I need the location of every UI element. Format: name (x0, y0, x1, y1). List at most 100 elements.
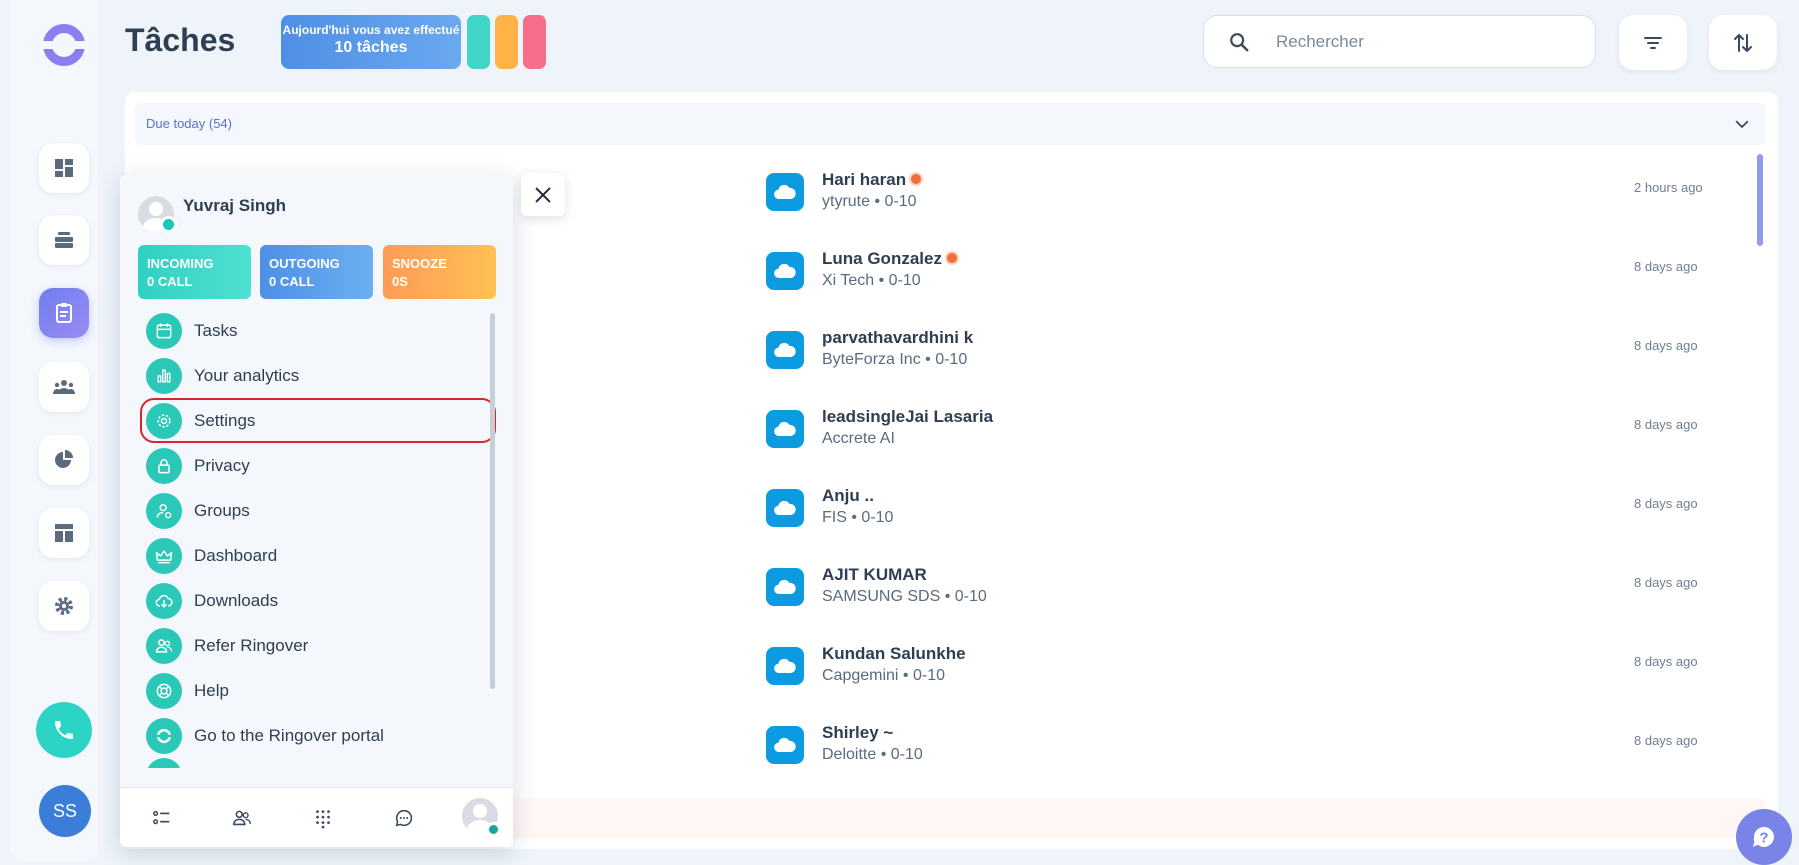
call-button[interactable] (36, 702, 92, 758)
tasks-done-count: 10 tâches (334, 39, 408, 56)
svg-text:?: ? (1759, 830, 1768, 847)
task-company: Xi Tech • 0-10 (822, 272, 921, 289)
task-row[interactable]: parvathavardhini k ByteForza Inc • 0-10 8 … (765, 320, 1765, 380)
team-icon (53, 380, 75, 394)
task-time: 8 days ago (1634, 417, 1698, 432)
outgoing-calls-stat: OUTGOING 0 CALL (260, 245, 373, 299)
close-icon (535, 187, 551, 202)
layout-icon (55, 524, 73, 542)
list-icon (153, 810, 170, 825)
status-pill-teal[interactable] (467, 15, 490, 69)
rail-layout-button[interactable] (39, 508, 89, 558)
rail-tasks-button[interactable] (39, 288, 89, 338)
menu-scrollbar[interactable] (490, 313, 495, 689)
task-contact-name[interactable]: parvathavardhini k (822, 328, 973, 348)
sort-icon (1734, 33, 1752, 52)
user-menu: Yuvraj Singh INCOMING 0 CALL OUTGOING 0 … (120, 174, 513, 847)
task-row[interactable]: Anju .. FIS • 0-10 8 days ago (765, 478, 1765, 538)
search-box[interactable] (1203, 15, 1596, 68)
salesforce-icon (774, 500, 796, 516)
crown-icon (155, 549, 173, 563)
salesforce-icon (774, 421, 796, 437)
footer-contacts-button[interactable] (230, 806, 254, 830)
status-pill-orange[interactable] (495, 15, 518, 69)
task-contact-name[interactable]: Hari haran (822, 170, 924, 190)
task-contact-name[interactable]: Shirley ~ (822, 723, 893, 743)
salesforce-badge (766, 647, 804, 685)
lock-icon (158, 458, 170, 473)
menu-item-settings[interactable]: Settings (140, 398, 496, 443)
menu-item-privacy[interactable]: Privacy (140, 443, 496, 488)
question-icon: ? (1752, 826, 1774, 847)
menu-item-partial (140, 758, 496, 768)
chevron-down-icon[interactable] (1733, 115, 1751, 133)
task-company: ByteForza Inc • 0-10 (822, 351, 968, 368)
outgoing-label: OUTGOING (269, 256, 340, 271)
task-time: 2 hours ago (1634, 180, 1703, 195)
help-button[interactable]: ? (1736, 809, 1792, 865)
menu-item-help[interactable]: Help (140, 668, 496, 713)
user-avatar[interactable]: SS (39, 785, 91, 837)
menu-item-tasks[interactable]: Tasks (140, 308, 496, 353)
task-contact-name[interactable]: Kundan Salunkhe (822, 644, 966, 664)
inbox-icon (55, 232, 73, 248)
status-pill-pink[interactable] (523, 15, 546, 69)
salesforce-badge (766, 568, 804, 606)
rail-analytics-button[interactable] (39, 435, 89, 485)
menu-item-groups[interactable]: Groups (140, 488, 496, 533)
menu-item-dashboard[interactable]: Dashboard (140, 533, 496, 578)
salesforce-badge (766, 410, 804, 448)
search-icon (1230, 32, 1249, 51)
task-time: 8 days ago (1634, 733, 1698, 748)
footer-chat-button[interactable] (392, 806, 416, 830)
salesforce-icon (774, 184, 796, 200)
task-row[interactable]: Hari haran ytyrute • 0-10 2 hours ago (765, 162, 1765, 222)
task-row[interactable]: Kundan Salunkhe Capgemini • 0-10 8 days ag… (765, 636, 1765, 696)
filter-button[interactable] (1619, 15, 1687, 70)
page-title: Tâches (125, 22, 236, 58)
due-today-section[interactable]: Due today (54) (135, 103, 1765, 145)
task-time: 8 days ago (1634, 338, 1698, 353)
task-contact-name[interactable]: AJIT KUMAR (822, 565, 927, 585)
task-time: 8 days ago (1634, 496, 1698, 511)
salesforce-icon (774, 737, 796, 753)
footer-dialpad-button[interactable] (311, 806, 335, 830)
online-status-dot (160, 216, 177, 233)
cloud-download-icon (155, 594, 173, 608)
phone-icon (55, 721, 73, 739)
sort-button[interactable] (1709, 15, 1777, 70)
menu-item-refer[interactable]: Refer Ringover (140, 623, 496, 668)
rail-settings-button[interactable] (39, 581, 89, 631)
salesforce-badge (766, 726, 804, 764)
task-row[interactable]: leadsingleJai Lasaria Accrete AI 8 days ag… (765, 399, 1765, 459)
bar-chart-icon (157, 369, 171, 382)
menu-list: Tasks Your analytics Settings Privacy Gr… (140, 308, 496, 768)
rail-inbox-button[interactable] (39, 215, 89, 265)
menu-user-name: Yuvraj Singh (183, 196, 286, 215)
task-company: ytyrute • 0-10 (822, 193, 917, 210)
menu-item-portal[interactable]: Go to the Ringover portal (140, 713, 496, 758)
task-contact-name[interactable]: leadsingleJai Lasaria (822, 407, 993, 427)
salesforce-badge (766, 173, 804, 211)
task-row[interactable]: Luna Gonzalez Xi Tech • 0-10 8 days ago (765, 241, 1765, 301)
users-icon (155, 638, 173, 653)
close-menu-button[interactable] (521, 173, 565, 216)
logo-icon[interactable] (41, 24, 87, 66)
salesforce-icon (774, 579, 796, 595)
task-contact-name[interactable]: Luna Gonzalez (822, 249, 959, 269)
task-time: 8 days ago (1634, 575, 1698, 590)
menu-item-analytics[interactable]: Your analytics (140, 353, 496, 398)
salesforce-badge (766, 331, 804, 369)
rail-dashboard-button[interactable] (39, 143, 89, 193)
rail-team-button[interactable] (39, 362, 89, 412)
footer-list-button[interactable] (150, 806, 174, 830)
task-company: Capgemini • 0-10 (822, 667, 945, 684)
menu-item-downloads[interactable]: Downloads (140, 578, 496, 623)
task-company: SAMSUNG SDS • 0-10 (822, 588, 987, 605)
task-contact-name[interactable]: Anju .. (822, 486, 874, 506)
search-input[interactable] (1276, 31, 1576, 52)
salesforce-badge (766, 489, 804, 527)
task-row[interactable]: Shirley ~ Deloitte • 0-10 8 days ago (765, 715, 1765, 775)
task-company: FIS • 0-10 (822, 509, 894, 526)
task-row[interactable]: AJIT KUMAR SAMSUNG SDS • 0-10 8 days ago (765, 557, 1765, 617)
